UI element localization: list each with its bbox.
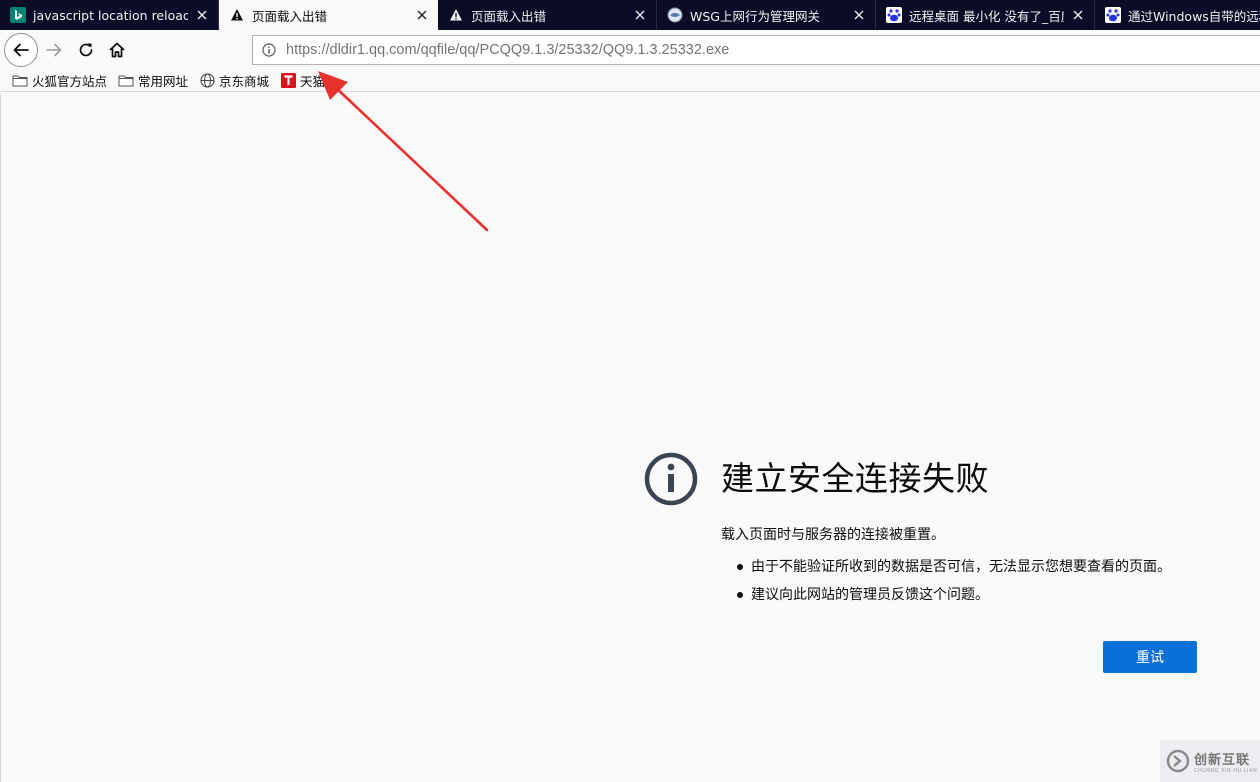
- tmall-icon: [280, 73, 296, 88]
- tab-page-load-error-active[interactable]: 页面载入出错: [219, 0, 438, 30]
- info-circle-icon: [644, 452, 698, 506]
- error-title: 建立安全连接失败: [721, 459, 989, 498]
- bookmark-tmall[interactable]: 天猫 8: [280, 71, 337, 90]
- bookmark-label: 常用网址: [138, 74, 189, 89]
- globe-icon: [199, 73, 215, 88]
- close-icon[interactable]: [414, 7, 430, 23]
- tab-wsg-gateway[interactable]: WSG上网行为管理网关: [657, 0, 876, 30]
- reload-icon: [79, 43, 93, 57]
- tab-title: 远程桌面 最小化 没有了_百度: [909, 8, 1064, 24]
- warning-icon: [229, 7, 245, 23]
- watermark: 创新互联 CHUANG XIN HU LIAN: [1160, 740, 1260, 782]
- tab-baidu-remote-desktop[interactable]: 远程桌面 最小化 没有了_百度: [876, 0, 1095, 30]
- error-description: 载入页面时与服务器的连接被重置。: [721, 527, 945, 543]
- address-bar[interactable]: [252, 35, 1260, 65]
- error-page-content: [0, 93, 1260, 782]
- error-suggestions: 由于不能验证所收到的数据是否可信，无法显示您想要查看的页面。 建议向此网站的管理…: [736, 558, 1171, 614]
- retry-button[interactable]: 重试: [1103, 641, 1197, 673]
- tab-strip: javascript location reload - 页面载入出错 页面载入…: [0, 0, 1260, 30]
- close-icon[interactable]: [851, 7, 867, 23]
- tab-page-load-error[interactable]: 页面载入出错: [438, 0, 657, 30]
- forward-button[interactable]: [42, 38, 66, 62]
- tab-title: 页面载入出错: [252, 8, 328, 24]
- bookmark-common-sites[interactable]: 常用网址: [118, 71, 188, 90]
- close-icon[interactable]: [194, 7, 210, 23]
- globe-site-icon: [667, 7, 683, 23]
- folder-icon: [118, 74, 134, 88]
- bookmark-firefox-official[interactable]: 火狐官方站点: [12, 71, 107, 90]
- info-icon[interactable]: [261, 42, 277, 58]
- bookmark-label: 火狐官方站点: [32, 74, 108, 89]
- folder-icon: [12, 74, 28, 88]
- bookmarks-toolbar: 火狐官方站点 常用网址 京东商城 天猫 8: [0, 70, 1260, 92]
- watermark-main-text: 创新互联: [1194, 752, 1251, 768]
- reload-button[interactable]: [74, 38, 98, 62]
- back-button[interactable]: [4, 33, 38, 67]
- tab-title: 页面载入出错: [471, 8, 547, 24]
- url-input[interactable]: [286, 42, 1186, 58]
- tab-title: javascript location reload -: [33, 7, 188, 23]
- forward-arrow-icon: [46, 43, 62, 57]
- error-suggestion-item: 建议向此网站的管理员反馈这个问题。: [736, 586, 1171, 614]
- baidu-paw-icon: [886, 7, 902, 23]
- warning-icon: [448, 7, 464, 23]
- bing-icon: [10, 7, 26, 23]
- error-suggestion-item: 由于不能验证所收到的数据是否可信，无法显示您想要查看的页面。: [736, 558, 1171, 586]
- home-button[interactable]: [105, 38, 129, 62]
- bookmark-jd[interactable]: 京东商城: [199, 71, 269, 90]
- bookmark-label: 天猫 8: [300, 74, 337, 89]
- navigation-toolbar: [0, 30, 1260, 70]
- watermark-sub-text: CHUANG XIN HU LIAN: [1194, 767, 1258, 774]
- tab-bing-javascript[interactable]: javascript location reload -: [0, 0, 219, 30]
- tab-title: WSG上网行为管理网关: [690, 8, 820, 24]
- bookmark-label: 京东商城: [219, 74, 270, 89]
- tab-windows-remote[interactable]: 通过Windows自带的远程: [1095, 0, 1260, 30]
- tab-title: 通过Windows自带的远程: [1128, 8, 1260, 24]
- close-icon[interactable]: [1070, 7, 1086, 23]
- home-icon: [109, 42, 125, 58]
- watermark-logo-icon: [1166, 749, 1190, 773]
- back-arrow-icon: [13, 43, 29, 57]
- baidu-paw-icon: [1105, 7, 1121, 23]
- close-icon[interactable]: [632, 7, 648, 23]
